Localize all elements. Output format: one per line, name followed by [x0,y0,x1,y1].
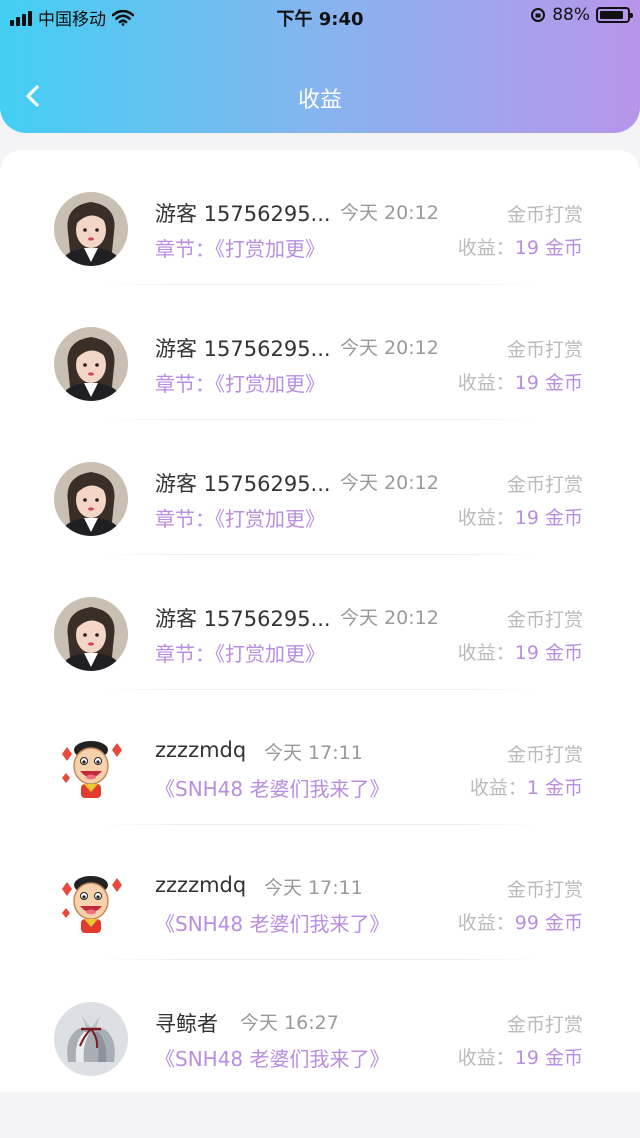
income-record-row[interactable]: 游客 15756295... 今天 20:12 金币打赏章节：《打赏加更》 收益：19… [0,285,640,420]
income-record-row[interactable]: zzzzmdq 今天 17:11 金币打赏《SNH48 老婆们我来了》 收益：99 金… [0,825,640,960]
reward-type: 金币打赏 [506,879,583,901]
income-label: 收益： [457,912,515,934]
status-bar: 中国移动 下午 9:40 88% [0,0,640,34]
chapter-title: 《SNH48 老婆们我来了》 [155,912,390,936]
income-info: 收益：19 金币 [458,233,583,260]
chapter-info: 章节：《打赏加更》 [155,503,325,532]
user-name: 游客 15756295... [155,202,331,226]
income-info: 收益：19 金币 [458,1043,583,1070]
reward-type: 金币打赏 [506,474,583,496]
chapter-info: 章节：《打赏加更》 [155,368,325,397]
income-info: 收益：99 金币 [458,908,583,935]
user-name: 游客 15756295... [155,607,331,631]
nav-bar: 收益 [0,70,640,124]
reward-type: 金币打赏 [506,744,583,766]
record-time: 今天 16:27 [240,1012,339,1034]
chapter-info: 《SNH48 老婆们我来了》 [155,773,390,802]
battery-percent: 88% [552,5,590,25]
income-value: 99 金币 [514,912,583,934]
chapter-info: 章节：《打赏加更》 [155,638,325,667]
user-avatar[interactable] [54,597,128,671]
user-avatar[interactable] [54,462,128,536]
income-info: 收益：19 金币 [458,503,583,530]
user-avatar[interactable] [54,867,128,941]
record-time: 今天 20:12 [340,472,439,494]
record-time: 今天 17:11 [264,877,363,899]
reward-type: 金币打赏 [506,339,583,361]
income-label: 收益： [457,372,515,394]
user-name: zzzzmdq [155,738,247,762]
bottom-area [0,1092,640,1138]
income-value: 1 金币 [526,777,583,799]
income-value: 19 金币 [514,1047,583,1069]
record-time: 今天 20:12 [340,607,439,629]
income-info: 收益：19 金币 [458,638,583,665]
income-label: 收益： [469,777,527,799]
income-label: 收益： [457,1047,515,1069]
income-record-row[interactable]: 游客 15756295... 今天 20:12 金币打赏章节：《打赏加更》 收益：19… [0,555,640,690]
chapter-prefix: 章节： [155,237,215,261]
battery-icon [596,7,633,23]
chapter-info: 《SNH48 老婆们我来了》 [155,1043,390,1072]
chapter-title: 《SNH48 老婆们我来了》 [155,777,390,801]
user-avatar[interactable] [54,732,128,806]
record-time: 今天 17:11 [264,742,363,764]
user-name: 游客 15756295... [155,472,331,496]
income-list: 游客 15756295... 今天 20:12 金币打赏 章节：《打赏加更》 收益：19… [0,150,640,1092]
chapter-info: 《SNH48 老婆们我来了》 [155,908,390,937]
header: 中国移动 下午 9:40 88% 收益 [0,0,640,133]
user-name: 寻鲸者 [155,1012,218,1036]
income-label: 收益： [457,507,515,529]
user-name: 游客 15756295... [155,337,331,361]
income-label: 收益： [457,237,515,259]
chapter-prefix: 章节： [155,372,215,396]
rotation-lock-icon [531,8,546,22]
income-value: 19 金币 [514,642,583,664]
reward-type: 金币打赏 [506,1014,583,1036]
chapter-title: 《SNH48 老婆们我来了》 [155,1047,390,1071]
income-info: 收益：1 金币 [470,773,583,800]
chapter-prefix: 章节： [155,507,215,531]
chapter-title: 《打赏加更》 [215,237,325,261]
user-name: zzzzmdq [155,873,247,897]
record-time: 今天 20:12 [340,337,439,359]
income-label: 收益： [457,642,515,664]
record-time: 今天 20:12 [340,202,439,224]
user-avatar[interactable] [54,192,128,266]
chapter-title: 《打赏加更》 [215,507,325,531]
chapter-title: 《打赏加更》 [215,642,325,666]
income-value: 19 金币 [514,237,583,259]
chapter-prefix: 章节： [155,642,215,666]
income-record-row[interactable]: zzzzmdq 今天 17:11 金币打赏《SNH48 老婆们我来了》 收益：1 金币 [0,690,640,825]
income-record-row[interactable]: 游客 15756295... 今天 20:12 金币打赏章节：《打赏加更》 收益：19… [0,150,640,285]
user-avatar[interactable] [54,1002,128,1076]
income-info: 收益：19 金币 [458,368,583,395]
income-record-row[interactable]: 寻鲸者 今天 16:27 金币打赏《SNH48 老婆们我来了》 收益：19 金币 [0,960,640,1095]
reward-type: 金币打赏 [506,609,583,631]
income-value: 19 金币 [514,507,583,529]
page-title: 收益 [297,88,342,113]
chapter-title: 《打赏加更》 [215,372,325,396]
chapter-info: 章节：《打赏加更》 [155,233,325,262]
income-value: 19 金币 [514,372,583,394]
income-record-row[interactable]: 游客 15756295... 今天 20:12 金币打赏章节：《打赏加更》 收益：19… [0,420,640,555]
user-avatar[interactable] [54,327,128,401]
reward-type: 金币打赏 [506,204,583,226]
